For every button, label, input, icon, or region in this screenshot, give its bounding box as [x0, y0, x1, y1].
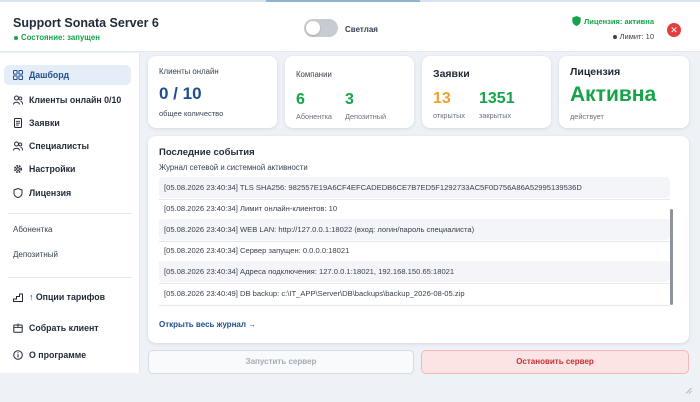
log-entry: [05.08.2026 23:40:34] Сервер запущен: 0.… — [164, 246, 350, 255]
shield-icon — [572, 16, 581, 26]
sidebar-item-label: Заявки — [29, 118, 60, 128]
sidebar: Дашборд Клиенты онлайн 0/10 Заявки Специ… — [0, 53, 140, 373]
clients-online-value: 0 / 10 — [159, 84, 202, 103]
events-panel: Последние события Журнал сетевой и систе… — [148, 136, 689, 343]
document-icon — [14, 118, 22, 128]
theme-label: Светлая — [345, 25, 378, 34]
sidebar-item-label: Лицензия — [29, 188, 72, 198]
app-header: Support Sonata Server 6 Состояние: запущ… — [0, 2, 700, 52]
card-caption: общее количество — [159, 109, 224, 118]
tariff-label-subscription: Абонентка — [13, 225, 53, 234]
sidebar-item-settings[interactable]: Настройки — [4, 159, 131, 179]
sidebar-divider — [8, 277, 132, 278]
close-button[interactable]: ✕ — [667, 23, 681, 37]
events-title: Последние события — [159, 147, 255, 158]
users-icon — [13, 141, 23, 151]
limit-dot-icon — [612, 35, 617, 40]
sidebar-item-about[interactable]: О программе — [4, 345, 131, 365]
sidebar-item-label: ↑ Опции тарифов — [29, 292, 106, 302]
sidebar-item-label: О программе — [29, 350, 87, 360]
server-state-text: Состояние: запущен — [21, 33, 100, 42]
tariff-label-deposit: Депозитный — [13, 250, 58, 259]
gear-icon — [13, 164, 23, 174]
start-server-button[interactable]: Запустить сервер — [148, 350, 414, 374]
log-entry: [05.08.2026 23:40:49] DB backup: c:\IT_A… — [164, 289, 465, 298]
sidebar-item-label: Собрать клиент — [29, 323, 99, 333]
license-limit: Лимит: 10 — [612, 32, 654, 41]
sidebar-item-label: Клиенты онлайн 0/10 — [29, 95, 122, 105]
card-clients-online: Клиенты онлайн 0 / 10 общее количество — [148, 56, 277, 128]
card-companies: Компании 6 Абонентка 3 Депозитный — [285, 56, 414, 128]
open-full-log-link[interactable]: Открыть весь журнал → — [159, 320, 256, 329]
sidebar-item-build-client[interactable]: Собрать клиент — [4, 318, 131, 338]
shield-icon — [13, 188, 23, 198]
stop-server-button[interactable]: Остановить сервер — [421, 350, 689, 374]
events-subtitle: Журнал сетевой и системной активности — [159, 163, 308, 172]
server-state: Состояние: запущен — [14, 33, 100, 42]
companies-subscription-value: 6 — [296, 91, 305, 108]
sidebar-item-label: Настройки — [29, 164, 76, 174]
companies-subscription-label: Абонентка — [296, 112, 332, 121]
sidebar-item-tickets[interactable]: Заявки — [4, 113, 131, 133]
license-status: Лицензия: активна — [572, 16, 654, 26]
sidebar-item-dashboard[interactable]: Дашборд — [4, 65, 131, 85]
card-tickets: Заявки 13 открытых 1351 закрытых — [422, 56, 551, 128]
app-title: Support Sonata Server 6 — [13, 16, 159, 30]
license-status-text: Лицензия: активна — [583, 16, 654, 26]
log-divider — [159, 305, 670, 306]
sidebar-item-license[interactable]: Лицензия — [4, 183, 131, 203]
sidebar-item-tariff-options[interactable]: ↑ Опции тарифов — [4, 287, 131, 307]
log-scrollbar[interactable] — [670, 209, 673, 305]
tickets-open-value: 13 — [433, 90, 451, 107]
theme-toggle-knob — [306, 21, 320, 35]
info-icon — [13, 350, 23, 360]
sidebar-item-clients[interactable]: Клиенты онлайн 0/10 — [4, 90, 131, 110]
card-title: Заявки — [433, 68, 470, 80]
resize-grip-icon[interactable] — [684, 386, 692, 394]
card-title: Клиенты онлайн — [159, 67, 219, 76]
sidebar-divider — [8, 213, 132, 214]
card-title: Лицензия — [570, 66, 621, 78]
sidebar-item-specialists[interactable]: Специалисты — [4, 136, 131, 156]
tickets-closed-label: закрытых — [479, 111, 512, 120]
log-entry: [05.08.2026 23:40:34] Лимит онлайн-клиен… — [164, 204, 338, 213]
stairs-icon — [13, 293, 23, 302]
license-limit-text: Лимит: 10 — [619, 32, 654, 41]
package-icon — [13, 323, 23, 333]
sidebar-item-label: Дашборд — [29, 70, 70, 80]
grid-icon — [13, 70, 23, 80]
log-entry: [05.08.2026 23:40:34] TLS SHA256: 982557… — [159, 177, 670, 198]
license-state-value: Активна — [570, 83, 657, 106]
theme-toggle[interactable] — [304, 19, 338, 37]
state-dot-icon — [14, 35, 18, 40]
card-caption: действует — [570, 112, 604, 121]
users-icon — [13, 95, 23, 105]
companies-deposit-label: Депозитный — [345, 112, 387, 121]
tickets-open-label: открытых — [433, 111, 465, 120]
log-entry: [05.08.2026 23:40:34] Адреса подключения… — [159, 261, 670, 282]
companies-deposit-value: 3 — [345, 91, 354, 108]
sidebar-item-label: Специалисты — [29, 141, 89, 151]
tickets-closed-value: 1351 — [479, 90, 515, 107]
card-title: Компании — [296, 70, 332, 79]
card-license: Лицензия Активна действует — [559, 56, 689, 128]
log-entry: [05.08.2026 23:40:34] WEB LAN: http://12… — [159, 219, 670, 240]
